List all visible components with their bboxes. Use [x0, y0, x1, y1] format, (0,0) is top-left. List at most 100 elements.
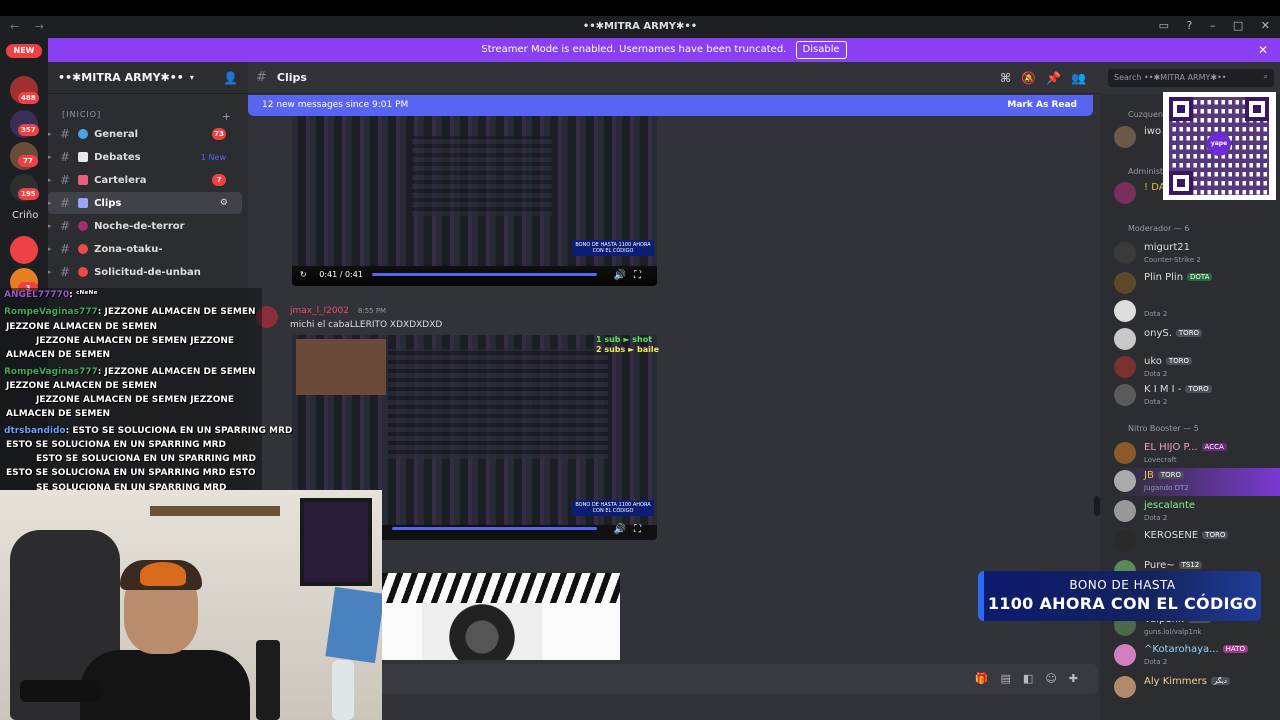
new-pill[interactable]: NEW — [6, 44, 42, 58]
member-item[interactable]: Aly Kimmers دیگر — [1114, 674, 1280, 702]
video-progress-bar[interactable] — [392, 527, 597, 530]
avatar — [1114, 272, 1136, 294]
close-window-button[interactable]: ✕ — [1261, 19, 1270, 32]
member-status: Dota 2 — [1144, 658, 1168, 666]
channel-settings-icon[interactable]: ⚙ — [220, 198, 228, 208]
channel-debates[interactable]: ▸ # Debates 1 New — [48, 146, 242, 168]
banner-text: Streamer Mode is enabled. Usernames have… — [481, 44, 787, 55]
video-frame-detail — [412, 136, 552, 216]
subs-overlay: 1 sub ► shot 2 subs ► baile — [596, 335, 659, 355]
server-text-item[interactable]: Criño — [12, 210, 38, 221]
gift-icon[interactable]: 🎁 — [975, 672, 1001, 685]
expand-arrow-icon: ▸ — [48, 130, 52, 138]
chat-header: # Clips ⌘🔕📌👥 — [248, 62, 1100, 94]
member-name: KEROSENE TORO — [1144, 530, 1229, 541]
channel-solicitud-de-unban[interactable]: ▸ # Solicitud-de-unban — [48, 261, 242, 283]
member-name-text: Plin Plin — [1144, 272, 1184, 283]
channel-cartelera[interactable]: ▸ # Cartelera 7 — [48, 169, 242, 191]
search-input[interactable]: Search ••✱MITRA ARMY✱•• ⌕ — [1108, 69, 1274, 87]
member-tag: TORO — [1202, 531, 1229, 539]
member-item[interactable]: JB TORO Jugando DT2 — [1114, 468, 1280, 496]
channel-clips[interactable]: ▸ # Clips ⚙ — [48, 192, 242, 214]
mark-as-read-button[interactable]: Mark As Read — [1007, 95, 1077, 116]
video-frame-detail — [388, 349, 608, 459]
server-header[interactable]: ••✱MITRA ARMY✱•• ▾ 👤 — [48, 62, 248, 94]
member-name: migurt21 — [1144, 242, 1190, 253]
hash-icon: # — [60, 219, 71, 233]
disable-button[interactable]: Disable — [795, 41, 847, 59]
video-progress-bar[interactable] — [372, 273, 597, 276]
member-item[interactable]: KEROSENE TORO — [1114, 528, 1280, 556]
new-messages-bar[interactable]: 12 new messages since 9:01 PM Mark As Re… — [248, 95, 1093, 116]
member-item[interactable]: onyS. TORO — [1114, 326, 1280, 354]
stream-chat-text: : ᶜᴺᵉᴺᵉ — [69, 290, 98, 300]
emoji-icon[interactable]: ☺ — [1045, 672, 1068, 685]
member-item[interactable]: EL HIJO P... ACCA Lovecraft — [1114, 440, 1280, 468]
members-icon[interactable]: 👥 — [1071, 71, 1096, 85]
skull-icon — [78, 221, 89, 231]
server-icon[interactable] — [10, 236, 38, 264]
member-item[interactable]: Dota 2 — [1114, 298, 1280, 326]
channel-label: Clips — [94, 197, 122, 209]
minimize-button[interactable]: – — [1210, 19, 1216, 32]
banner-close-icon[interactable]: ✕ — [1258, 38, 1268, 62]
gif-icon[interactable]: ▤ — [1001, 672, 1023, 685]
member-name-text: Aly Kimmers — [1144, 676, 1208, 687]
mute-bell-icon[interactable]: 🔕 — [1021, 71, 1046, 85]
webcam-streamer-body — [80, 650, 250, 720]
avatar — [1114, 470, 1136, 492]
facecam-thumb — [296, 339, 386, 395]
volume-icon[interactable]: 🔊 — [614, 270, 634, 281]
member-group-header: Administ — [1128, 167, 1164, 176]
replay-icon[interactable]: ↻ — [300, 270, 307, 279]
member-item[interactable]: ^Kotarohaya... HATO Dota 2 — [1114, 642, 1280, 670]
stream-chat-user: ANGEL77770 — [4, 290, 70, 300]
webcam-poster — [300, 498, 372, 586]
member-status: Dota 2 — [1144, 310, 1168, 318]
qr-code-overlay: yape — [1163, 92, 1276, 200]
member-item[interactable]: Plin Plin DOTA — [1114, 270, 1280, 298]
new-messages-text: 12 new messages since 9:01 PM — [262, 100, 409, 110]
channel-noche-de-terror[interactable]: ▸ # Noche-de-terror — [48, 215, 242, 237]
member-name-text: EL HIJO P... — [1144, 442, 1198, 453]
sticker-icon[interactable]: ◧ — [1023, 672, 1045, 685]
hash-icon: # — [60, 173, 71, 187]
stream-chat-text: ALMACEN DE SEMEN — [6, 350, 111, 360]
pin-icon[interactable]: 📌 — [1046, 71, 1071, 85]
webcam-plush — [140, 562, 186, 586]
member-item[interactable]: K I M I - TORO Dota 2 — [1114, 382, 1280, 410]
member-tag: DOTA — [1187, 273, 1213, 281]
discord-app: ← → ••✱MITRA ARMY✱•• ▭ ? – □ ✕ Streamer … — [0, 0, 1280, 720]
video-clip[interactable]: BONO DE HASTA 1100 AHORA CON EL CÓDIGO ↻… — [292, 116, 657, 286]
maximize-button[interactable]: □ — [1233, 19, 1243, 32]
member-item[interactable]: uko TORO Dota 2 — [1114, 354, 1280, 382]
help-icon[interactable]: ? — [1187, 19, 1193, 32]
add-member-icon[interactable]: 👤 — [223, 71, 238, 85]
add-channel-icon[interactable]: + — [222, 110, 232, 123]
stream-chat-text: : ESTO SE SOLUCIONA EN UN SPARRING MRD — [65, 426, 293, 436]
message-author[interactable]: jmax_l_l2002 8:55 PM — [290, 306, 386, 316]
member-name-text: KEROSENE — [1144, 530, 1199, 541]
message-composer[interactable]: 🎁▤◧☺✚ — [378, 664, 1098, 694]
manga-image[interactable] — [382, 573, 620, 660]
inbox-icon[interactable]: ▭ — [1159, 19, 1169, 32]
member-item[interactable]: jescalante Dota 2 — [1114, 498, 1280, 526]
expand-arrow-icon: ▸ — [48, 199, 52, 207]
channel-zona-otaku[interactable]: ▸ # Zona-otaku- — [48, 238, 242, 260]
member-item[interactable]: migurt21 Counter-Strike 2 — [1114, 240, 1280, 268]
avatar — [1114, 242, 1136, 264]
fullscreen-icon[interactable]: ⛶ — [634, 270, 649, 281]
apps-icon[interactable]: ✚ — [1069, 672, 1090, 685]
member-tag: TORO — [1165, 357, 1193, 365]
fullscreen-icon[interactable]: ⛶ — [634, 524, 649, 535]
category-inicio[interactable]: [INICIO] + — [62, 110, 248, 123]
channel-general[interactable]: ▸ # General 73 — [48, 123, 242, 145]
video-icons: 🔊⛶ — [614, 524, 649, 535]
threads-icon[interactable]: ⌘ — [1000, 71, 1021, 85]
hash-icon: # — [60, 265, 71, 279]
stream-chat-text: JEZZONE ALMACEN DE SEMEN JEZZONE — [36, 336, 235, 346]
author-name[interactable]: jmax_l_l2002 — [290, 306, 349, 316]
member-tag: دیگر — [1211, 677, 1230, 685]
expand-arrow-icon: ▸ — [48, 176, 52, 184]
volume-icon[interactable]: 🔊 — [614, 524, 634, 535]
